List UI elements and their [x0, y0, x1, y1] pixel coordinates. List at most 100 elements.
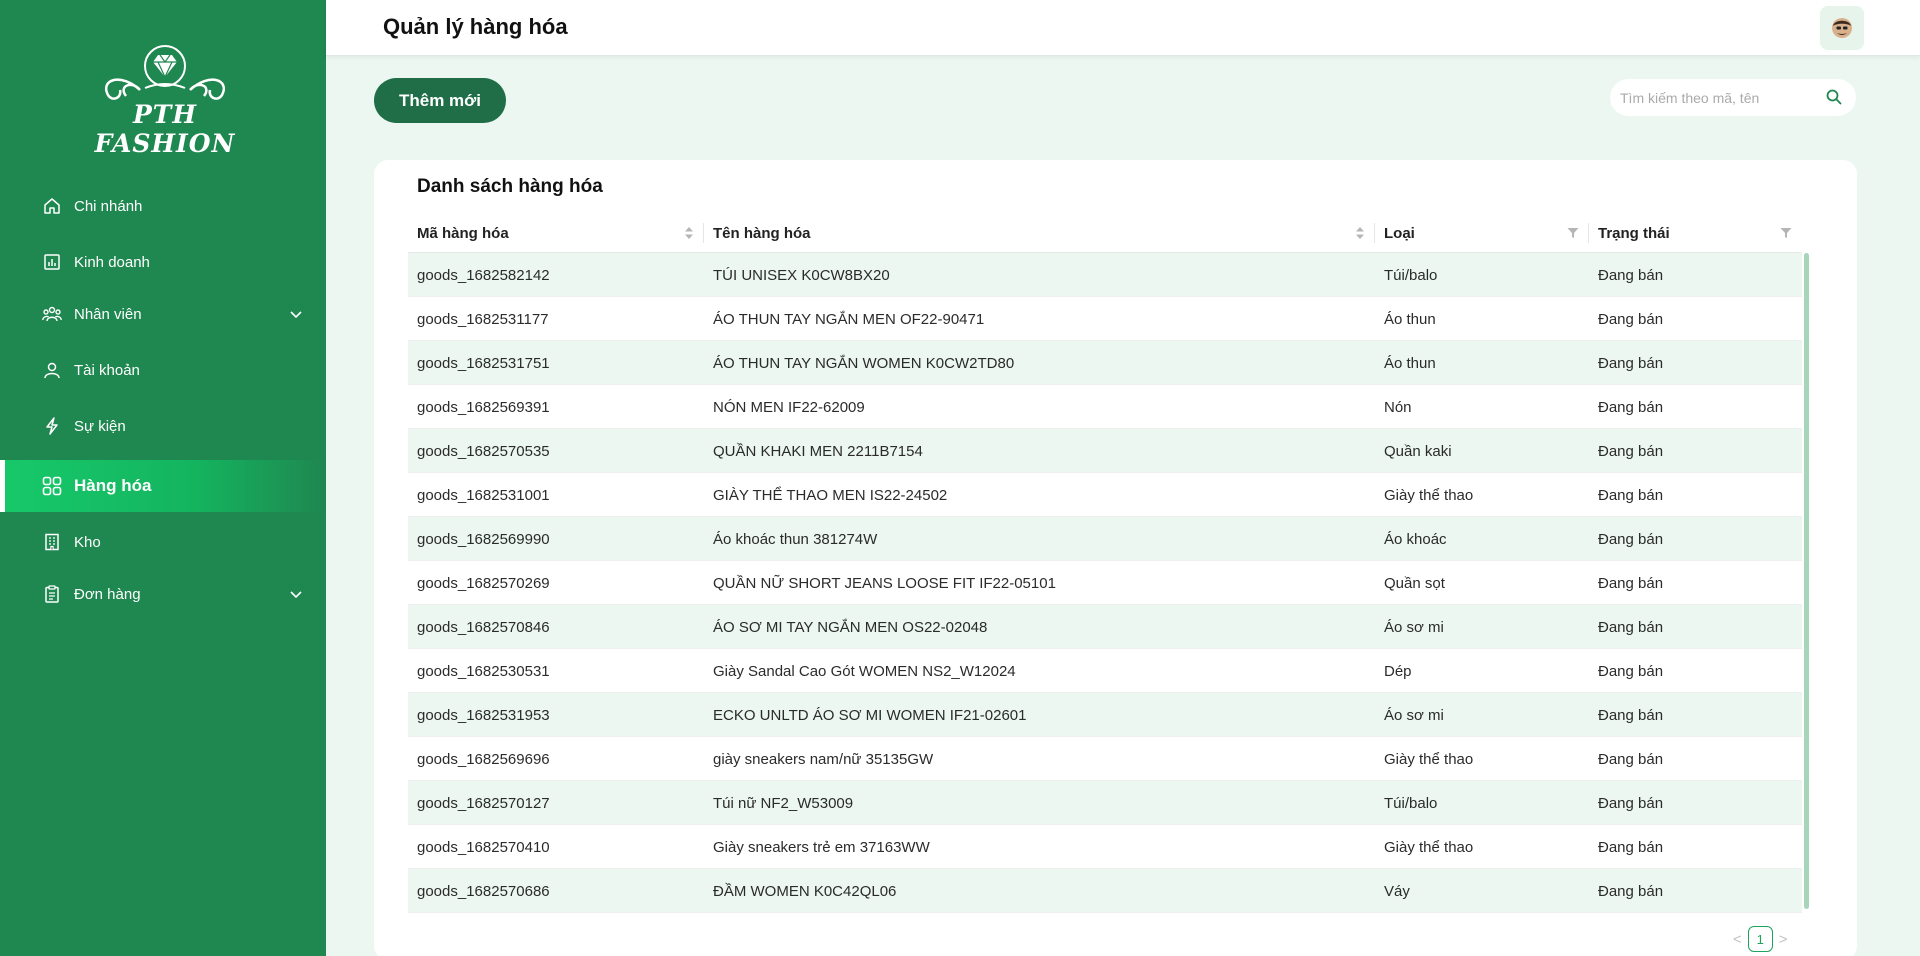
column-header-name[interactable]: Tên hàng hóa: [704, 213, 1375, 253]
table-row[interactable]: goods_1682570127 Túi nữ NF2_W53009 Túi/bal…: [408, 781, 1802, 825]
table-scrollbar[interactable]: [1804, 253, 1809, 909]
filter-icon[interactable]: [1567, 226, 1579, 243]
table-row[interactable]: goods_1682569990 Áo khoác thun 381274W Áo …: [408, 517, 1802, 561]
column-header-status[interactable]: Trạng thái: [1589, 213, 1802, 253]
cell-status: Đang bán: [1598, 310, 1664, 328]
clipboard-icon: [42, 584, 62, 604]
sidebar-item-tai-khoan[interactable]: Tài khoản: [0, 344, 326, 396]
brand-logo-text: PTH FASHION: [94, 100, 236, 158]
cell-code: goods_1682570535: [417, 442, 550, 460]
sidebar-item-label: Sự kiện: [74, 417, 126, 435]
cell-name: ÁO SƠ MI TAY NGẮN MEN OS22-02048: [713, 618, 988, 636]
search-input[interactable]: [1620, 89, 1820, 106]
chevron-down-icon[interactable]: [290, 586, 302, 603]
brand-logo[interactable]: PTH FASHION: [60, 40, 270, 158]
cell-name: QUẦN NỮ SHORT JEANS LOOSE FIT IF22-05101: [713, 574, 1056, 592]
table-row[interactable]: goods_1682570535 QUẦN KHAKI MEN 2211B7154…: [408, 429, 1802, 473]
cell-type: Váy: [1384, 882, 1410, 900]
cell-status: Đang bán: [1598, 706, 1664, 724]
bolt-icon: [42, 416, 62, 436]
cell-status: Đang bán: [1598, 266, 1664, 284]
cell-code: goods_1682531751: [417, 354, 550, 372]
cell-type: Áo sơ mi: [1384, 706, 1444, 724]
cell-name: NÓN MEN IF22-62009: [713, 398, 865, 416]
sidebar-item-nhan-vien[interactable]: Nhân viên: [0, 288, 326, 340]
cell-name: Túi nữ NF2_W53009: [713, 794, 854, 812]
sidebar-item-hang-hoa[interactable]: Hàng hóa: [0, 460, 326, 512]
goods-list-card: Danh sách hàng hóa Mã hàng hóa Tên hàng …: [374, 160, 1857, 956]
cell-type: Giày thể thao: [1384, 838, 1474, 856]
cell-name: Giày sneakers trẻ em 37163WW: [713, 838, 930, 856]
table-row[interactable]: goods_1682531001 GIÀY THỂ THAO MEN IS22-2…: [408, 473, 1802, 517]
page-title: Quản lý hàng hóa: [383, 14, 568, 39]
sort-icon[interactable]: [684, 226, 694, 244]
column-header-code[interactable]: Mã hàng hóa: [408, 213, 704, 253]
cell-name: ÁO THUN TAY NGẮN WOMEN K0CW2TD80: [713, 354, 1015, 372]
cell-status: Đang bán: [1598, 618, 1664, 636]
cell-type: Dép: [1384, 662, 1412, 680]
home-icon: [42, 196, 62, 216]
cell-name: giày sneakers nam/nữ 35135GW: [713, 750, 934, 768]
cell-name: ECKO UNLTD ÁO SƠ MI WOMEN IF21-02601: [713, 706, 1027, 724]
cell-type: Áo sơ mi: [1384, 618, 1444, 636]
team-icon: [42, 304, 62, 324]
pagination: < 1 >: [1733, 926, 1788, 952]
sidebar-item-kho[interactable]: Kho: [0, 516, 326, 568]
cell-type: Túi/balo: [1384, 794, 1438, 812]
cell-status: Đang bán: [1598, 574, 1664, 592]
table-row[interactable]: goods_1682582142 TÚI UNISEX K0CW8BX20 Túi/…: [408, 253, 1802, 297]
cell-code: goods_1682531953: [417, 706, 550, 724]
cell-code: goods_1682569990: [417, 530, 550, 548]
building-icon: [42, 532, 62, 552]
cell-status: Đang bán: [1598, 882, 1664, 900]
sidebar-item-su-kien[interactable]: Sự kiện: [0, 400, 326, 452]
table-row[interactable]: goods_1682530531 Giày Sandal Cao Gót WOME…: [408, 649, 1802, 693]
top-header: Quản lý hàng hóa: [326, 0, 1920, 56]
page-number-button[interactable]: 1: [1747, 926, 1773, 952]
table-row[interactable]: goods_1682531177 ÁO THUN TAY NGẮN MEN OF2…: [408, 297, 1802, 341]
cell-status: Đang bán: [1598, 662, 1664, 680]
sidebar-item-don-hang[interactable]: Đơn hàng: [0, 568, 326, 620]
column-header-type[interactable]: Loại: [1375, 213, 1589, 253]
sidebar-item-chi-nhanh[interactable]: Chi nhánh: [0, 180, 326, 232]
cell-code: goods_1682570269: [417, 574, 550, 592]
cell-name: Giày Sandal Cao Gót WOMEN NS2_W12024: [713, 662, 1016, 680]
card-title: Danh sách hàng hóa: [417, 176, 603, 197]
cell-type: Giày thể thao: [1384, 486, 1474, 504]
cell-name: TÚI UNISEX K0CW8BX20: [713, 266, 890, 284]
add-new-button[interactable]: Thêm mới: [374, 78, 506, 123]
cell-name: GIÀY THỂ THAO MEN IS22-24502: [713, 486, 948, 504]
cell-type: Túi/balo: [1384, 266, 1438, 284]
table-row[interactable]: goods_1682570846 ÁO SƠ MI TAY NGẮN MEN OS…: [408, 605, 1802, 649]
chevron-down-icon[interactable]: [290, 306, 302, 323]
table-row[interactable]: goods_1682570269 QUẦN NỮ SHORT JEANS LOOS…: [408, 561, 1802, 605]
cell-status: Đang bán: [1598, 750, 1664, 768]
sidebar-item-label: Chi nhánh: [74, 197, 143, 215]
cell-name: ĐẦM WOMEN K0C42QL06: [713, 882, 897, 900]
table-row[interactable]: goods_1682569696 giày sneakers nam/nữ 351…: [408, 737, 1802, 781]
cell-type: Áo khoác: [1384, 530, 1447, 548]
search-icon[interactable]: [1826, 89, 1842, 110]
filter-icon[interactable]: [1780, 226, 1792, 243]
sidebar-item-kinh-doanh[interactable]: Kinh doanh: [0, 236, 326, 288]
next-page-button[interactable]: >: [1779, 931, 1788, 948]
prev-page-button[interactable]: <: [1733, 931, 1742, 948]
avatar[interactable]: [1820, 6, 1864, 50]
table-row[interactable]: goods_1682570686 ĐẦM WOMEN K0C42QL06 Váy Đa…: [408, 869, 1802, 913]
cell-status: Đang bán: [1598, 794, 1664, 812]
chart-icon: [42, 252, 62, 272]
table-row[interactable]: goods_1682531751 ÁO THUN TAY NGẮN WOMEN K…: [408, 341, 1802, 385]
cell-status: Đang bán: [1598, 442, 1664, 460]
table-row[interactable]: goods_1682569391 NÓN MEN IF22-62009 Nón Đan…: [408, 385, 1802, 429]
cell-code: goods_1682530531: [417, 662, 550, 680]
cell-code: goods_1682531001: [417, 486, 550, 504]
cell-name: Áo khoác thun 381274W: [713, 530, 878, 548]
cell-type: Quần sọt: [1384, 574, 1445, 592]
sort-icon[interactable]: [1355, 226, 1365, 244]
cell-name: QUẦN KHAKI MEN 2211B7154: [713, 442, 923, 460]
table-row[interactable]: goods_1682531953 ECKO UNLTD ÁO SƠ MI WOME…: [408, 693, 1802, 737]
table-row[interactable]: goods_1682570410 Giày sneakers trẻ em 371…: [408, 825, 1802, 869]
cell-status: Đang bán: [1598, 398, 1664, 416]
cell-type: Áo thun: [1384, 310, 1436, 328]
goods-table: Mã hàng hóa Tên hàng hóa Loại Trạng thái…: [408, 213, 1802, 913]
